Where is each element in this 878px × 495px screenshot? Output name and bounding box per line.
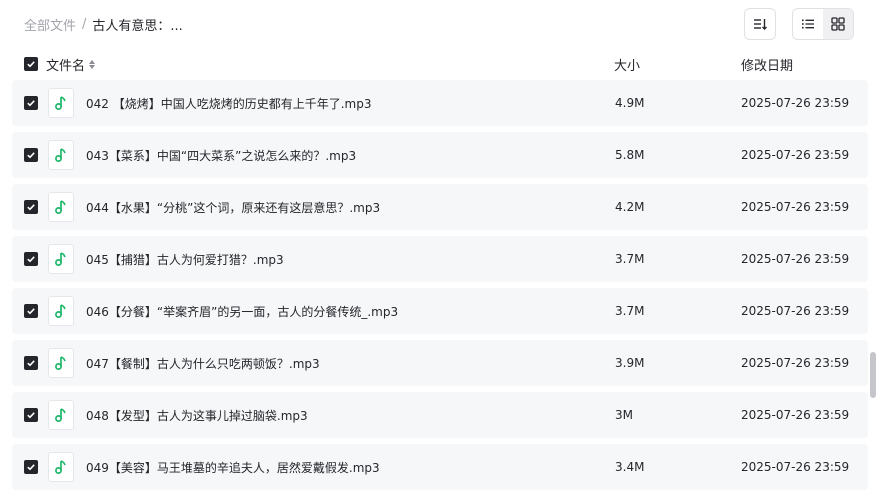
audio-file-icon <box>48 452 74 482</box>
breadcrumb-current-folder: 古人有意思：... <box>92 18 183 34</box>
checkmark-icon <box>27 308 35 315</box>
row-checkbox[interactable] <box>24 200 38 214</box>
checkmark-icon <box>27 412 35 419</box>
audio-file-icon <box>48 348 74 378</box>
sort-caret-icon <box>89 59 96 69</box>
file-modified-date: 2025-07-26 23:59 <box>741 460 850 474</box>
file-modified-date: 2025-07-26 23:59 <box>741 148 850 162</box>
breadcrumb: 全部文件 / 古人有意思：... <box>24 14 183 34</box>
file-name[interactable]: 043【菜系】中国“四大菜系”之说怎么来的？.mp3 <box>86 147 356 164</box>
audio-file-icon <box>48 400 74 430</box>
row-checkbox[interactable] <box>24 356 38 370</box>
file-list: 042 【烧烤】中国人吃烧烤的历史都有上千年了.mp3 4.9M 2025-07-2… <box>12 80 868 495</box>
checkmark-icon <box>27 204 35 211</box>
select-all-checkbox[interactable] <box>24 57 38 71</box>
scrollbar-thumb[interactable] <box>870 352 876 398</box>
audio-file-icon <box>48 140 74 170</box>
view-toggle-group <box>792 8 854 40</box>
file-modified-date: 2025-07-26 23:59 <box>741 252 850 266</box>
file-modified-date: 2025-07-26 23:59 <box>741 408 850 422</box>
row-checkbox[interactable] <box>24 408 38 422</box>
checkmark-icon <box>27 152 35 159</box>
row-checkbox[interactable] <box>24 304 38 318</box>
file-name[interactable]: 047【餐制】古人为什么只吃两顿饭？.mp3 <box>86 355 320 372</box>
table-row[interactable]: 047【餐制】古人为什么只吃两顿饭？.mp3 3.9M 2025-07-26 23:… <box>12 340 868 386</box>
table-row[interactable]: 042 【烧烤】中国人吃烧烤的历史都有上千年了.mp3 4.9M 2025-07-2… <box>12 80 868 126</box>
table-row[interactable]: 048【发型】古人为这事儿掉过脑袋.mp3 3M 2025-07-26 23:59 <box>12 392 868 438</box>
table-row[interactable]: 046【分餐】“举案齐眉”的另一面，古人的分餐传统_.mp3 3.7M 2025-0… <box>12 288 868 334</box>
file-name[interactable]: 049【美容】马王堆墓的辛追夫人，居然爱戴假发.mp3 <box>86 459 380 476</box>
audio-file-icon <box>48 88 74 118</box>
checkmark-icon <box>27 256 35 263</box>
file-size: 3.7M <box>615 304 645 318</box>
sort-descending-icon <box>754 19 767 30</box>
audio-file-icon <box>48 244 74 274</box>
file-modified-date: 2025-07-26 23:59 <box>741 96 850 110</box>
column-header-size[interactable]: 大小 <box>614 55 640 74</box>
column-header-name-label: 文件名 <box>46 58 86 74</box>
row-checkbox[interactable] <box>24 148 38 162</box>
list-view-icon <box>802 19 814 29</box>
checkmark-icon <box>27 464 35 471</box>
column-header-name[interactable]: 文件名 <box>46 55 96 74</box>
grid-view-button[interactable] <box>823 9 853 39</box>
column-header-modified[interactable]: 修改日期 <box>741 55 793 74</box>
file-name[interactable]: 048【发型】古人为这事儿掉过脑袋.mp3 <box>86 407 308 424</box>
breadcrumb-separator: / <box>82 16 87 32</box>
checkmark-icon <box>27 100 35 107</box>
table-row[interactable]: 045【捕猎】古人为何爱打猎？.mp3 3.7M 2025-07-26 23:59 <box>12 236 868 282</box>
file-size: 5.8M <box>615 148 645 162</box>
row-checkbox[interactable] <box>24 252 38 266</box>
file-size: 3.9M <box>615 356 645 370</box>
audio-file-icon <box>48 296 74 326</box>
sort-button[interactable] <box>744 8 776 40</box>
table-row[interactable]: 049【美容】马王堆墓的辛追夫人，居然爱戴假发.mp3 3.4M 2025-07-2… <box>12 444 868 490</box>
checkmark-icon <box>27 61 35 68</box>
row-checkbox[interactable] <box>24 460 38 474</box>
file-modified-date: 2025-07-26 23:59 <box>741 304 850 318</box>
grid-view-icon <box>831 17 845 31</box>
checkmark-icon <box>27 360 35 367</box>
table-row[interactable]: 043【菜系】中国“四大菜系”之说怎么来的？.mp3 5.8M 2025-07-26… <box>12 132 868 178</box>
breadcrumb-root-link[interactable]: 全部文件 <box>24 15 76 34</box>
file-name[interactable]: 042 【烧烤】中国人吃烧烤的历史都有上千年了.mp3 <box>86 95 371 112</box>
file-size: 4.2M <box>615 200 645 214</box>
list-view-button[interactable] <box>793 9 823 39</box>
file-size: 3.4M <box>615 460 645 474</box>
file-modified-date: 2025-07-26 23:59 <box>741 356 850 370</box>
file-name[interactable]: 045【捕猎】古人为何爱打猎？.mp3 <box>86 251 284 268</box>
table-row[interactable]: 044【水果】“分桃”这个词，原来还有这层意思？.mp3 4.2M 2025-07-… <box>12 184 868 230</box>
file-size: 4.9M <box>615 96 645 110</box>
audio-file-icon <box>48 192 74 222</box>
row-checkbox[interactable] <box>24 96 38 110</box>
file-modified-date: 2025-07-26 23:59 <box>741 200 850 214</box>
file-name[interactable]: 046【分餐】“举案齐眉”的另一面，古人的分餐传统_.mp3 <box>86 303 398 320</box>
file-size: 3M <box>615 408 633 422</box>
table-header: 文件名 大小 修改日期 <box>12 48 868 80</box>
file-name[interactable]: 044【水果】“分桃”这个词，原来还有这层意思？.mp3 <box>86 199 380 216</box>
file-size: 3.7M <box>615 252 645 266</box>
